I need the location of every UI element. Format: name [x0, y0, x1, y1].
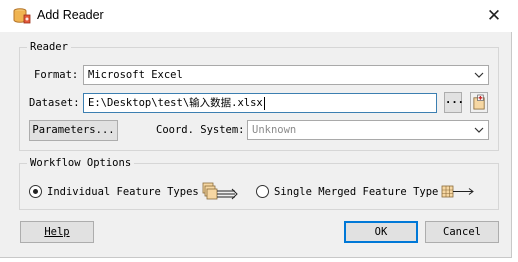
title-bar: Add Reader ✕	[0, 0, 512, 32]
coord-system-label: Coord. System:	[156, 124, 245, 136]
ok-button[interactable]: OK	[344, 221, 418, 243]
multiple-feature-types-icon	[202, 182, 238, 200]
dataset-label: Dataset:	[29, 97, 80, 109]
browse-button[interactable]: ...	[444, 92, 464, 113]
coord-system-value: Unknown	[252, 124, 297, 136]
coord-system-select[interactable]: Unknown	[247, 120, 489, 140]
text-cursor	[263, 96, 265, 110]
help-button[interactable]: Help	[20, 221, 94, 243]
reader-group-label: Reader	[27, 41, 71, 53]
single-merged-feature-type-label[interactable]: Single Merged Feature Type	[274, 182, 438, 202]
window-title: Add Reader	[37, 8, 104, 22]
parameters-button-label: Parameters...	[32, 124, 115, 136]
parameters-button[interactable]: Parameters...	[29, 120, 118, 141]
radio-selected-dot	[33, 189, 38, 194]
cancel-button-label: Cancel	[443, 226, 481, 238]
folder-add-icon	[473, 94, 485, 110]
ok-button-label: OK	[374, 226, 388, 238]
individual-feature-types-radio[interactable]	[29, 185, 42, 198]
close-icon[interactable]: ✕	[484, 6, 504, 26]
dataset-input[interactable]: E:\Desktop\test\输入数据.xlsx	[83, 93, 437, 113]
browse-button-label: ...	[445, 94, 464, 106]
format-label: Format:	[34, 69, 79, 81]
dataset-input-value: E:\Desktop\test\输入数据.xlsx	[88, 97, 263, 109]
workflow-group-label: Workflow Options	[27, 157, 135, 169]
single-merged-feature-type-radio[interactable]	[256, 185, 269, 198]
background-canvas-bottom	[0, 258, 518, 262]
cancel-button[interactable]: Cancel	[425, 221, 499, 243]
format-select[interactable]: Microsoft Excel	[83, 65, 489, 85]
add-reader-dialog: Add Reader ✕ Reader Format: Microsoft Ex…	[0, 0, 512, 258]
chevron-down-icon	[474, 72, 484, 78]
merged-feature-type-icon	[441, 185, 474, 198]
help-button-label: Help	[44, 226, 70, 238]
format-select-value: Microsoft Excel	[88, 69, 183, 81]
individual-feature-types-label[interactable]: Individual Feature Types	[47, 182, 199, 202]
chevron-down-icon	[474, 127, 484, 133]
database-icon	[13, 8, 31, 24]
add-dataset-button[interactable]	[470, 92, 488, 113]
background-canvas-strip	[512, 0, 518, 262]
